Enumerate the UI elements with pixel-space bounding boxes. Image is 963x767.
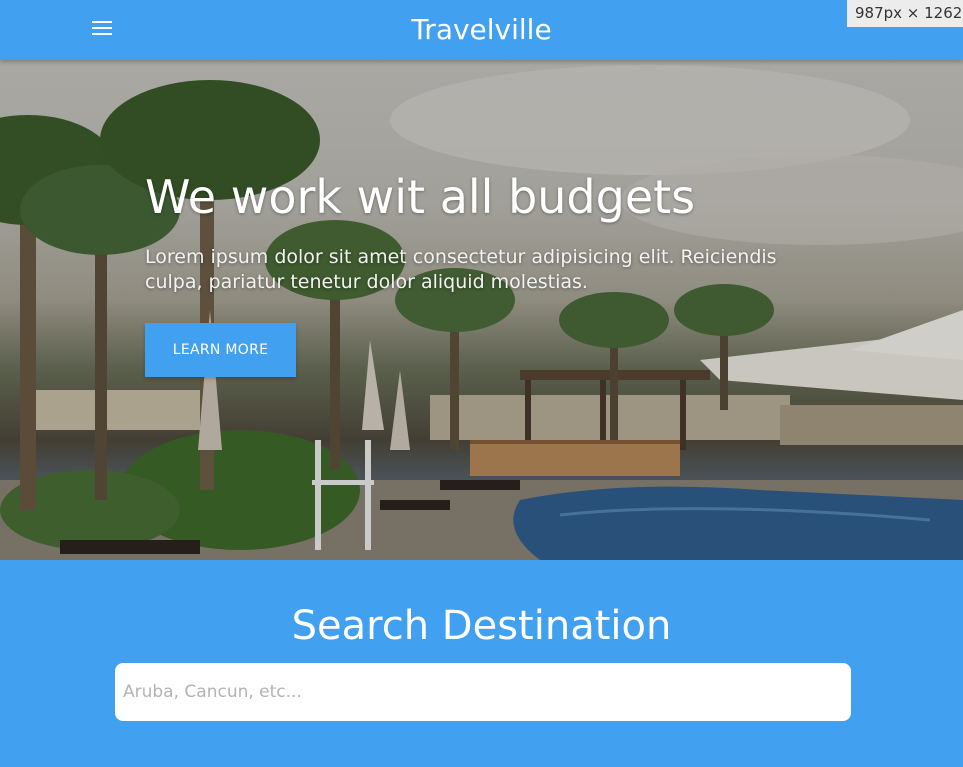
- top-navbar: Travelville 987px × 1262px: [0, 0, 963, 60]
- search-section: Search Destination: [0, 560, 963, 767]
- hero-banner: We work wit all budgets Lorem ipsum dolo…: [0, 60, 963, 560]
- hero-overlay: [0, 60, 963, 560]
- destination-search-input[interactable]: [115, 663, 851, 721]
- brand-title[interactable]: Travelville: [0, 12, 963, 48]
- hero-title: We work wit all budgets: [145, 170, 696, 224]
- learn-more-button[interactable]: LEARN MORE: [145, 323, 296, 377]
- hero-description: Lorem ipsum dolor sit amet consectetur a…: [145, 246, 777, 293]
- dimensions-badge: 987px × 1262px: [847, 0, 963, 27]
- search-title: Search Destination: [291, 603, 672, 649]
